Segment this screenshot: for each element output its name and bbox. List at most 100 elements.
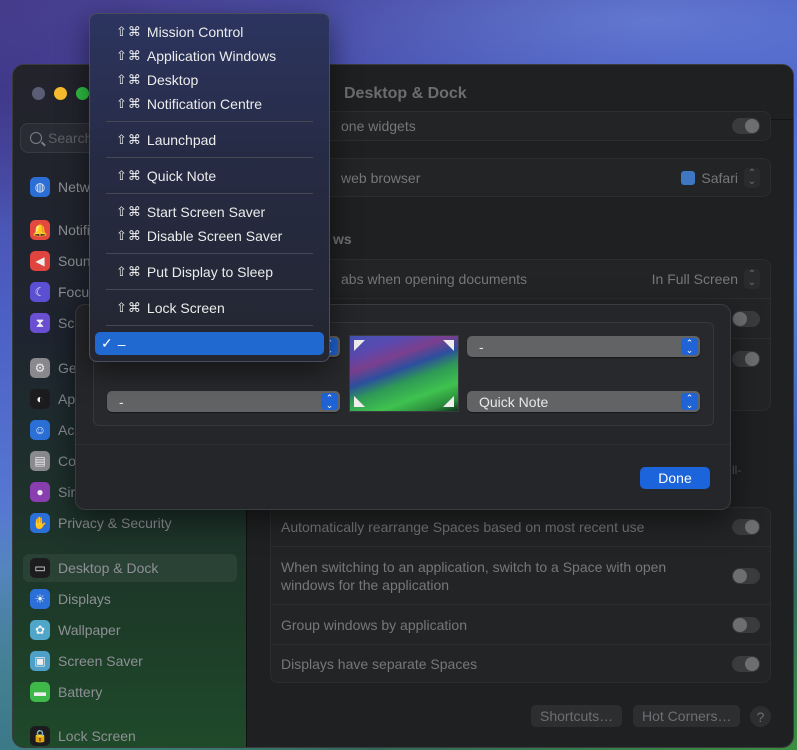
bell-icon: 🔔 [30, 220, 50, 240]
menu-item[interactable]: ⇧⌘ Launchpad [95, 128, 324, 151]
menu-item[interactable]: ⇧⌘ Start Screen Saver [95, 200, 324, 223]
sidebar-item-label: Desktop & Dock [58, 560, 159, 576]
widgets-toggle[interactable] [732, 118, 760, 134]
dock-icon: ▭ [30, 558, 50, 578]
lock-icon: 🔒 [30, 726, 50, 746]
sidebar-item-privacy-security[interactable]: ✋ Privacy & Security [23, 509, 237, 537]
browser-value: Safari [701, 170, 738, 186]
menu-item[interactable]: ⇧⌘ Mission Control [95, 20, 324, 43]
mc-toggle[interactable] [732, 616, 760, 633]
zoom-window-button[interactable] [76, 87, 89, 100]
menu-item[interactable]: ⇧⌘ Application Windows [95, 44, 324, 67]
shift-command-icon: ⇧⌘ [116, 95, 142, 111]
menu-separator [106, 157, 313, 158]
windows-section-label: ws [333, 231, 352, 247]
sidebar-item-screen-saver[interactable]: ▣ Screen Saver [23, 647, 237, 675]
sidebar-item-lock-screen[interactable]: 🔒 Lock Screen [23, 722, 237, 747]
bottom-left-corner-select[interactable]: - ⌃ ⌄ [107, 391, 340, 412]
sidebar-item-desktop-dock[interactable]: ▭ Desktop & Dock [23, 554, 237, 582]
sun-icon: ☀ [30, 589, 50, 609]
bottom-left-value: - [119, 393, 124, 410]
hot-corners-button[interactable]: Hot Corners… [633, 705, 741, 727]
menu-item[interactable]: ⇧⌘ Notification Centre [95, 92, 324, 115]
corner-top-right-icon [443, 340, 454, 351]
menu-item[interactable]: ⇧⌘ Lock Screen [95, 296, 324, 319]
search-icon [30, 132, 42, 144]
shift-command-icon: ⇧⌘ [116, 47, 142, 63]
sidebar-item-displays[interactable]: ☀ Displays [23, 585, 237, 613]
toggle-a[interactable] [732, 310, 760, 327]
top-right-value: - [479, 338, 484, 355]
chevron-up-down-icon: ⌃⌄ [681, 393, 698, 410]
shift-command-icon: ⇧⌘ [116, 299, 142, 315]
safari-icon [681, 171, 696, 185]
mc-row: Automatically rearrange Spaces based on … [271, 508, 770, 546]
sidebar-item-label: Screen Saver [58, 653, 143, 669]
tabs-row: abs when opening documents In Full Scree… [271, 260, 770, 298]
bottom-right-corner-select[interactable]: Quick Note ⌃ ⌄ [467, 391, 700, 412]
mc-label: When switching to an application, switch… [281, 558, 667, 593]
mc-toggle[interactable] [732, 567, 760, 584]
widgets-group: one widgets [270, 111, 771, 141]
sidebar-item-label: Lock Screen [58, 728, 136, 744]
sidebar-item-battery[interactable]: ▬ Battery [23, 678, 237, 706]
menu-separator [106, 289, 313, 290]
shift-command-icon: ⇧⌘ [116, 227, 142, 243]
menu-item-label: Quick Note [146, 167, 217, 184]
search-placeholder: Search [48, 130, 93, 146]
menu-item-none-selected[interactable]: ✓ – [95, 332, 324, 355]
menu-item[interactable]: ⇧⌘ Disable Screen Saver [95, 224, 324, 247]
close-window-button[interactable] [32, 87, 45, 100]
mc-row: When switching to an application, switch… [271, 546, 770, 604]
corner-top-left-icon [354, 340, 365, 351]
accessibility-icon: ☺ [30, 420, 50, 440]
speaker-icon: ◀ [30, 251, 50, 271]
shift-command-icon: ⇧⌘ [116, 203, 142, 219]
widgets-row: one widgets [271, 112, 770, 140]
menu-separator [106, 253, 313, 254]
browser-select[interactable]: Safari ⌃ ⌄ [681, 168, 760, 188]
checkmark-icon: ✓ [101, 335, 113, 351]
menu-item-label: – [117, 335, 126, 352]
minimize-window-button[interactable] [54, 87, 67, 100]
tabs-value: In Full Screen [651, 271, 738, 287]
menu-item-label: Put Display to Sleep [146, 263, 273, 280]
menu-item[interactable]: ⇧⌘ Quick Note [95, 164, 324, 187]
mc-row: Group windows by application [271, 604, 770, 644]
tabs-select[interactable]: In Full Screen ⌃ ⌄ [652, 269, 760, 289]
mc-toggle[interactable] [732, 655, 760, 672]
browser-group: web browser Safari ⌃ ⌄ [270, 158, 771, 197]
menu-separator [106, 121, 313, 122]
shift-command-icon: ⇧⌘ [116, 167, 142, 183]
bottom-right-value: Quick Note [479, 393, 549, 410]
menu-item-label: Lock Screen [146, 299, 225, 316]
done-button[interactable]: Done [640, 467, 710, 489]
mc-label: Automatically rearrange Spaces based on … [281, 519, 645, 535]
hourglass-icon: ⧗ [30, 313, 50, 333]
top-right-corner-select[interactable]: - ⌃ ⌄ [467, 336, 700, 357]
menu-item[interactable]: ⇧⌘ Desktop [95, 68, 324, 91]
sidebar-item-label: Displays [58, 591, 111, 607]
screensaver-icon: ▣ [30, 651, 50, 671]
toggle-b[interactable] [732, 350, 760, 367]
mc-label: Displays have separate Spaces [281, 655, 478, 672]
mc-label: Group windows by application [281, 616, 467, 633]
menu-item-label: Application Windows [146, 47, 277, 64]
shift-command-icon: ⇧⌘ [116, 131, 142, 147]
menu-item[interactable]: ⇧⌘ Put Display to Sleep [95, 260, 324, 283]
mc-toggle[interactable] [732, 519, 760, 535]
chevron-up-down-icon: ⌃⌄ [744, 269, 760, 289]
battery-icon: ▬ [30, 682, 50, 702]
sidebar-item-wallpaper[interactable]: ✿ Wallpaper [23, 616, 237, 644]
shortcuts-button[interactable]: Shortcuts… [531, 705, 623, 727]
control-centre-icon: ▤ [30, 451, 50, 471]
globe-icon: ◍ [30, 177, 50, 197]
hot-corner-action-menu: ⇧⌘ Mission Control ⇧⌘ Application Windows ⇧⌘… [89, 13, 330, 362]
sidebar-item-label: Privacy & Security [58, 515, 172, 531]
siri-icon: ● [30, 482, 50, 502]
help-button[interactable]: ? [750, 706, 771, 727]
screen-preview [349, 335, 459, 412]
sidebar-item-label: Wallpaper [58, 622, 121, 638]
corner-bottom-left-icon [354, 396, 365, 407]
corner-bottom-right-icon [443, 396, 454, 407]
